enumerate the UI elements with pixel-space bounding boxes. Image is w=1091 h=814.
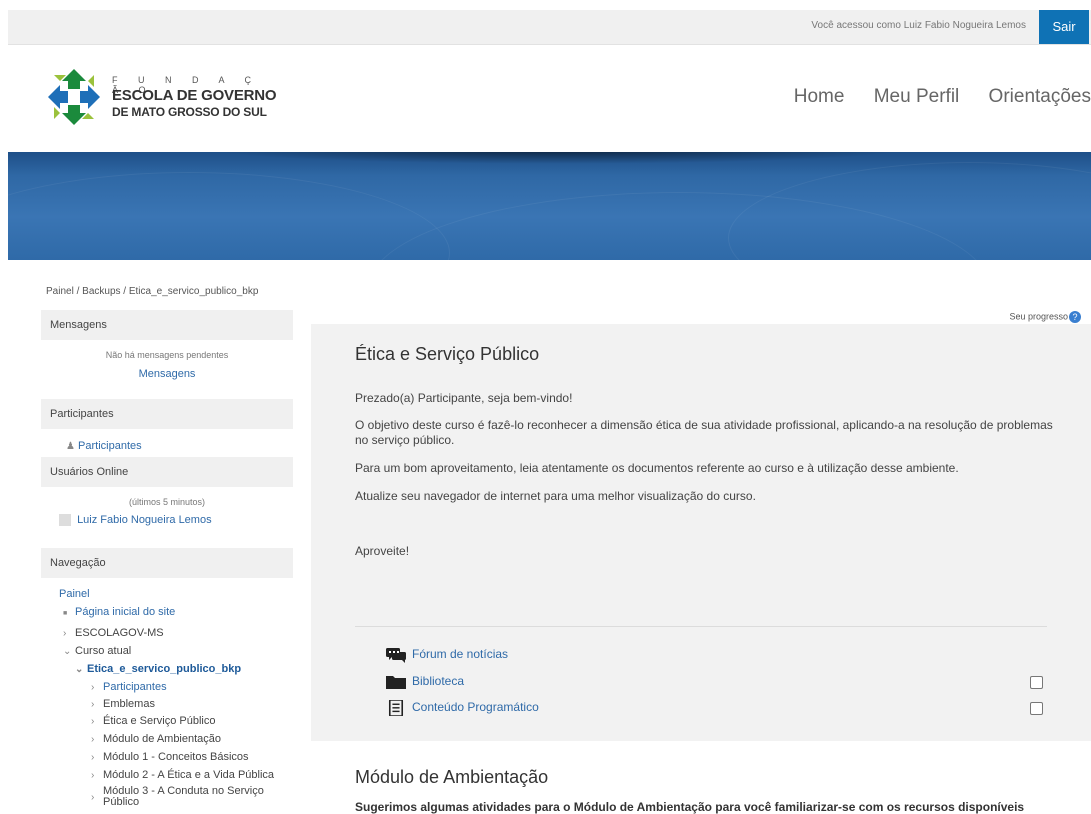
nav-tree-ambientacao[interactable]: › Módulo de Ambientação bbox=[91, 733, 221, 745]
nav-tree-site-home-label: Página inicial do site bbox=[75, 606, 176, 618]
nav-tree-badges[interactable]: › Emblemas bbox=[91, 698, 155, 710]
course-title: Ética e Serviço Público bbox=[355, 344, 540, 364]
breadcrumb-item-backups[interactable]: Backups bbox=[82, 286, 120, 297]
online-users-period-note: (últimos 5 minutos) bbox=[128, 497, 206, 507]
welcome-text: Prezado(a) Participante, seja bem-vindo! bbox=[355, 391, 573, 405]
nav-tree-module-2[interactable]: › Módulo 2 - A Ética e a Vida Pública bbox=[91, 769, 274, 781]
no-messages-text: Não há mensagens pendentes bbox=[105, 350, 229, 360]
chevron-right-icon: › bbox=[91, 770, 95, 781]
chevron-right-icon: › bbox=[91, 792, 95, 803]
nav-guidelines-link[interactable]: Orientações bbox=[989, 86, 1091, 107]
activity-syllabus-label: Conteúdo Programático bbox=[412, 700, 539, 715]
messages-block-header: Mensagens bbox=[41, 310, 293, 340]
breadcrumb-separator: / bbox=[120, 286, 129, 297]
breadcrumb-item-painel[interactable]: Painel bbox=[46, 286, 74, 297]
square-bullet-icon: ■ bbox=[63, 610, 68, 617]
header-banner bbox=[8, 152, 1091, 260]
online-user-name: Luiz Fabio Nogueira Lemos bbox=[77, 514, 212, 526]
nav-tree-module-1[interactable]: › Módulo 1 - Conceitos Básicos bbox=[91, 751, 249, 763]
banner-shadow bbox=[208, 152, 908, 164]
main-navigation: Home Meu Perfil Orientações bbox=[770, 86, 1091, 108]
chevron-right-icon: › bbox=[91, 752, 95, 763]
nav-tree-escolagov[interactable]: › ESCOLAGOV-MS bbox=[63, 627, 164, 639]
progress-label: Seu progresso bbox=[1009, 311, 1068, 322]
chevron-down-icon: ⌄ bbox=[63, 646, 72, 657]
nav-tree-escolagov-label: ESCOLAGOV-MS bbox=[75, 627, 164, 639]
nav-tree-site-home[interactable]: ■ Página inicial do site bbox=[63, 606, 175, 618]
logout-button[interactable]: Sair bbox=[1039, 10, 1089, 44]
module-section-title: Módulo de Ambientação bbox=[355, 767, 549, 787]
banner-pattern bbox=[8, 172, 450, 260]
logo-title-line2: DE MATO GROSSO DO SUL bbox=[112, 105, 267, 119]
completion-checkbox-library[interactable] bbox=[1030, 676, 1043, 689]
nav-tree-module-1-label: Módulo 1 - Conceitos Básicos bbox=[103, 751, 249, 763]
escola-governo-emblem-icon bbox=[48, 69, 100, 125]
objective-text: O objetivo deste curso é fazê-lo reconhe… bbox=[355, 418, 1053, 447]
nav-tree-ethics-section[interactable]: › Ética e Serviço Público bbox=[91, 715, 216, 727]
chevron-right-icon: › bbox=[63, 628, 67, 639]
activity-library[interactable]: Biblioteca bbox=[386, 674, 464, 690]
chevron-right-icon: › bbox=[91, 682, 95, 693]
closing-text: Aproveite! bbox=[355, 544, 410, 558]
nav-tree-course-bkp-label: Etica_e_servico_publico_bkp bbox=[87, 663, 242, 675]
nav-home-link[interactable]: Home bbox=[794, 86, 845, 107]
avatar bbox=[59, 514, 71, 527]
completion-checkbox-syllabus[interactable] bbox=[1030, 702, 1043, 715]
course-summary-section: Ética e Serviço Público Prezado(a) Parti… bbox=[311, 324, 1091, 741]
participants-link[interactable]: ♟ Participantes bbox=[66, 440, 142, 452]
breadcrumb-separator: / bbox=[73, 286, 83, 297]
activity-syllabus[interactable]: Conteúdo Programático bbox=[386, 700, 539, 716]
folder-icon bbox=[386, 676, 406, 689]
browser-tip-text: Atualize seu navegador de internet para … bbox=[355, 489, 756, 503]
nav-tree-participants[interactable]: › Participantes bbox=[91, 681, 167, 693]
nav-tree-painel[interactable]: Painel bbox=[59, 588, 90, 600]
banner-pattern bbox=[728, 162, 1091, 260]
site-logo[interactable]: F U N D A Ç Ã O ESCOLA DE GOVERNO DE MAT… bbox=[46, 67, 286, 127]
section-divider bbox=[355, 626, 1047, 627]
nav-tree-module-3[interactable]: › Módulo 3 - A Conduta no Serviço Públic… bbox=[91, 786, 264, 808]
breadcrumb: Painel / Backups / Etica_e_servico_publi… bbox=[46, 286, 258, 297]
chevron-right-icon: › bbox=[91, 699, 95, 710]
breadcrumb-item-course[interactable]: Etica_e_servico_publico_bkp bbox=[129, 286, 259, 297]
navigation-block-header: Navegação bbox=[41, 548, 293, 578]
nav-tree-participants-label: Participantes bbox=[103, 681, 167, 693]
users-icon: ♟ bbox=[66, 441, 75, 452]
activity-forum[interactable]: Fórum de notícias bbox=[386, 647, 508, 663]
nav-tree-current-course-label: Curso atual bbox=[75, 645, 132, 657]
chevron-right-icon: › bbox=[91, 734, 95, 745]
course-progress: Seu progresso? bbox=[1009, 311, 1081, 323]
messages-link[interactable]: Mensagens bbox=[41, 368, 293, 380]
instructions-text: Para um bom aproveitamento, leia atentam… bbox=[355, 461, 959, 475]
forum-icon bbox=[386, 648, 406, 663]
top-bar: Você acessou como Luiz Fabio Nogueira Le… bbox=[8, 10, 1091, 45]
activity-forum-label: Fórum de notícias bbox=[412, 647, 509, 662]
chevron-down-icon: ⌄ bbox=[75, 664, 84, 675]
online-users-block-header: Usuários Online bbox=[41, 457, 293, 487]
nav-tree-ambientacao-label: Módulo de Ambientação bbox=[103, 733, 222, 745]
nav-tree-ethics-section-label: Ética e Serviço Público bbox=[103, 715, 216, 727]
online-user-link[interactable]: Luiz Fabio Nogueira Lemos bbox=[59, 514, 212, 527]
participants-link-label: Participantes bbox=[78, 440, 142, 452]
nav-tree-current-course[interactable]: ⌄ Curso atual bbox=[63, 645, 131, 657]
nav-tree-course-bkp[interactable]: ⌄ Etica_e_servico_publico_bkp bbox=[75, 663, 241, 675]
participants-block-header: Participantes bbox=[41, 399, 293, 429]
nav-profile-link[interactable]: Meu Perfil bbox=[874, 86, 960, 107]
logged-in-user-info: Você acessou como Luiz Fabio Nogueira Le… bbox=[811, 20, 1026, 31]
logo-title-line1: ESCOLA DE GOVERNO bbox=[112, 87, 277, 104]
chevron-right-icon: › bbox=[91, 716, 95, 727]
document-icon bbox=[388, 700, 404, 716]
nav-tree-module-2-label: Módulo 2 - A Ética e a Vida Pública bbox=[103, 769, 275, 781]
nav-tree-module-3-label-cont: Público bbox=[103, 796, 140, 808]
activity-library-label: Biblioteca bbox=[412, 674, 465, 689]
help-icon[interactable]: ? bbox=[1069, 311, 1081, 323]
nav-tree-badges-label: Emblemas bbox=[103, 698, 155, 710]
module-section-summary: Sugerimos algumas atividades para o Módu… bbox=[355, 800, 1025, 814]
